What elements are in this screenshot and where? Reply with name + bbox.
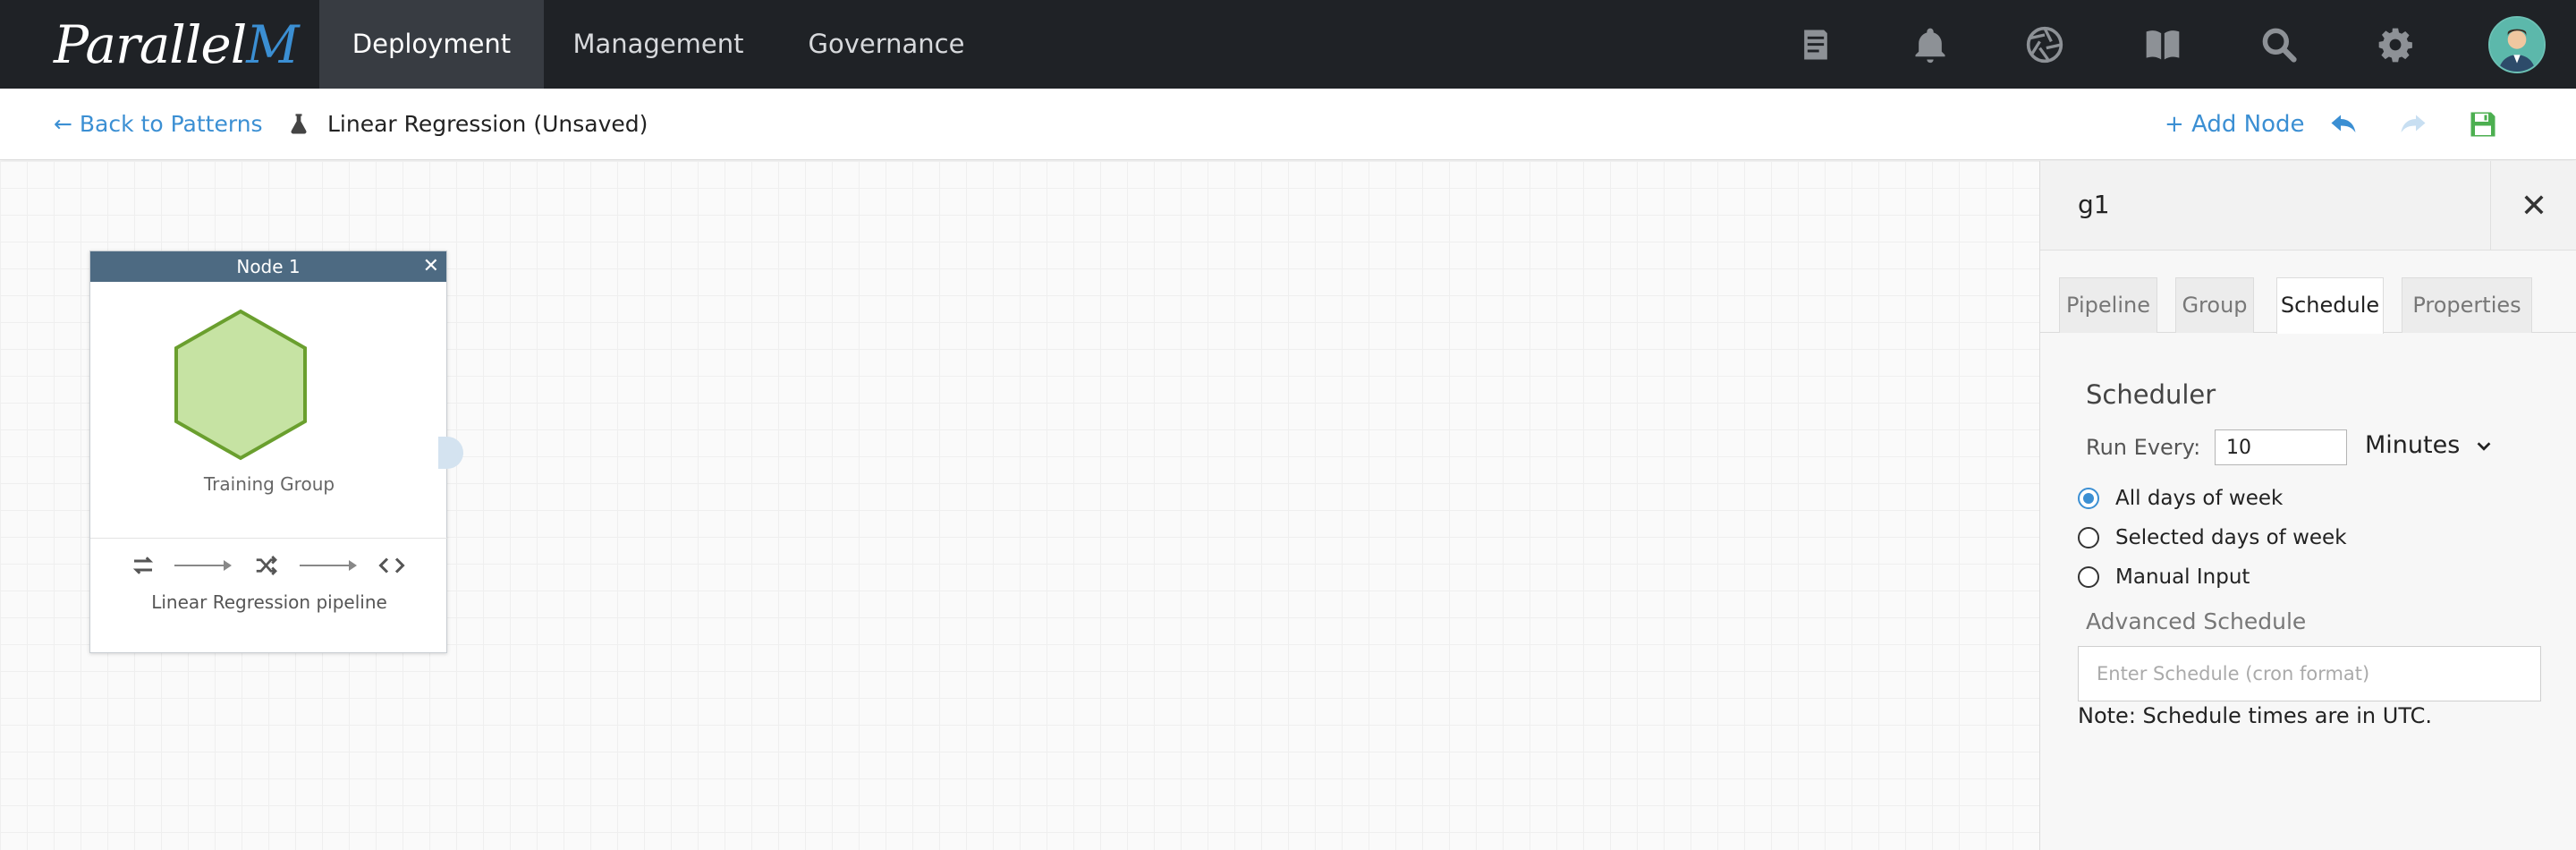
scheduler-title: Scheduler: [2086, 379, 2216, 410]
tab-pipeline[interactable]: Pipeline: [2059, 277, 2157, 333]
undo-icon[interactable]: [2324, 106, 2363, 142]
book-icon[interactable]: [2140, 21, 2186, 68]
plus-icon: +: [2165, 111, 2192, 138]
panel-close-icon[interactable]: ✕: [2490, 161, 2576, 251]
radio-label: Manual Input: [2115, 565, 2250, 589]
nav-tab-governance[interactable]: Governance: [787, 0, 986, 89]
bell-icon[interactable]: [1907, 21, 1953, 68]
tab-schedule[interactable]: Schedule: [2276, 277, 2384, 334]
back-to-patterns-link[interactable]: ← Back to Patterns: [54, 110, 263, 139]
panel-header: g1 ✕: [2040, 161, 2576, 251]
back-arrow-icon: ←: [54, 111, 80, 137]
radio-label: Selected days of week: [2115, 526, 2347, 549]
node-card[interactable]: Node 1 ✕ Training Group Linear Regressio…: [89, 251, 448, 653]
utc-note: Note: Schedule times are in UTC.: [2078, 703, 2432, 728]
notes-icon[interactable]: [1792, 21, 1839, 68]
pattern-title: Linear Regression (Unsaved): [327, 111, 648, 137]
flow-arrow: [174, 560, 232, 571]
nav-tab-management[interactable]: Management: [555, 0, 762, 89]
tab-group[interactable]: Group: [2175, 277, 2254, 333]
nav-tab-deployment[interactable]: Deployment: [319, 0, 544, 89]
tab-properties[interactable]: Properties: [2402, 277, 2532, 333]
shuffle-icon: [256, 556, 277, 575]
node-group-label: Training Group: [203, 473, 335, 495]
radio-manual-input[interactable]: Manual Input: [2078, 565, 2250, 589]
panel-tabs: Pipeline Group Schedule Properties: [2040, 277, 2576, 334]
interval-unit-dropdown[interactable]: Minutes: [2365, 431, 2460, 459]
chevron-down-icon[interactable]: [2474, 437, 2494, 456]
logo-text: Parallel: [54, 14, 247, 75]
run-every-label: Run Every:: [2086, 435, 2201, 460]
radio-button[interactable]: [2078, 566, 2099, 588]
gear-icon[interactable]: [2372, 21, 2419, 68]
properties-panel: g1 ✕ Pipeline Group Schedule Properties …: [2039, 161, 2576, 850]
pipeline-canvas[interactable]: Node 1 ✕ Training Group Linear Regressio…: [0, 161, 2039, 850]
top-navbar: ParallelM Deployment Management Governan…: [0, 0, 2576, 89]
node-connector-handle[interactable]: [438, 437, 463, 469]
add-node-label: Add Node: [2191, 111, 2305, 138]
search-icon[interactable]: [2256, 21, 2302, 68]
redo-icon[interactable]: [2394, 106, 2433, 142]
advanced-schedule-label: Advanced Schedule: [2086, 608, 2307, 634]
swap-icon: [132, 557, 154, 574]
node-title: Node 1: [236, 256, 301, 277]
radio-selected-days[interactable]: Selected days of week: [2078, 526, 2347, 549]
radio-button[interactable]: [2078, 527, 2099, 548]
pipeline-flow: [90, 548, 448, 584]
flask-icon: [291, 114, 307, 134]
training-group-hexagon[interactable]: [173, 309, 309, 461]
panel-title: g1: [2078, 190, 2110, 219]
back-label: Back to Patterns: [79, 111, 263, 137]
radio-button-checked[interactable]: [2078, 488, 2099, 509]
run-every-input[interactable]: [2215, 429, 2347, 465]
logo-accent: M: [246, 14, 299, 75]
node-close-icon[interactable]: ✕: [423, 251, 439, 282]
parallelm-logo[interactable]: ParallelM: [54, 18, 300, 72]
cron-schedule-input[interactable]: [2078, 646, 2541, 701]
code-icon: [378, 557, 405, 574]
save-icon[interactable]: [2463, 106, 2503, 142]
radio-all-days[interactable]: All days of week: [2078, 487, 2283, 510]
add-node-button[interactable]: + Add Node: [2165, 110, 2305, 139]
radio-label: All days of week: [2115, 487, 2284, 510]
pattern-toolbar: ← Back to Patterns Linear Regression (Un…: [0, 89, 2576, 160]
flow-arrow: [300, 560, 357, 571]
node-header[interactable]: Node 1 ✕: [90, 251, 446, 282]
node-pipeline-label: Linear Regression pipeline: [151, 591, 387, 613]
aperture-icon[interactable]: [2021, 21, 2068, 68]
node-divider: [90, 538, 448, 539]
user-avatar[interactable]: [2488, 16, 2546, 73]
